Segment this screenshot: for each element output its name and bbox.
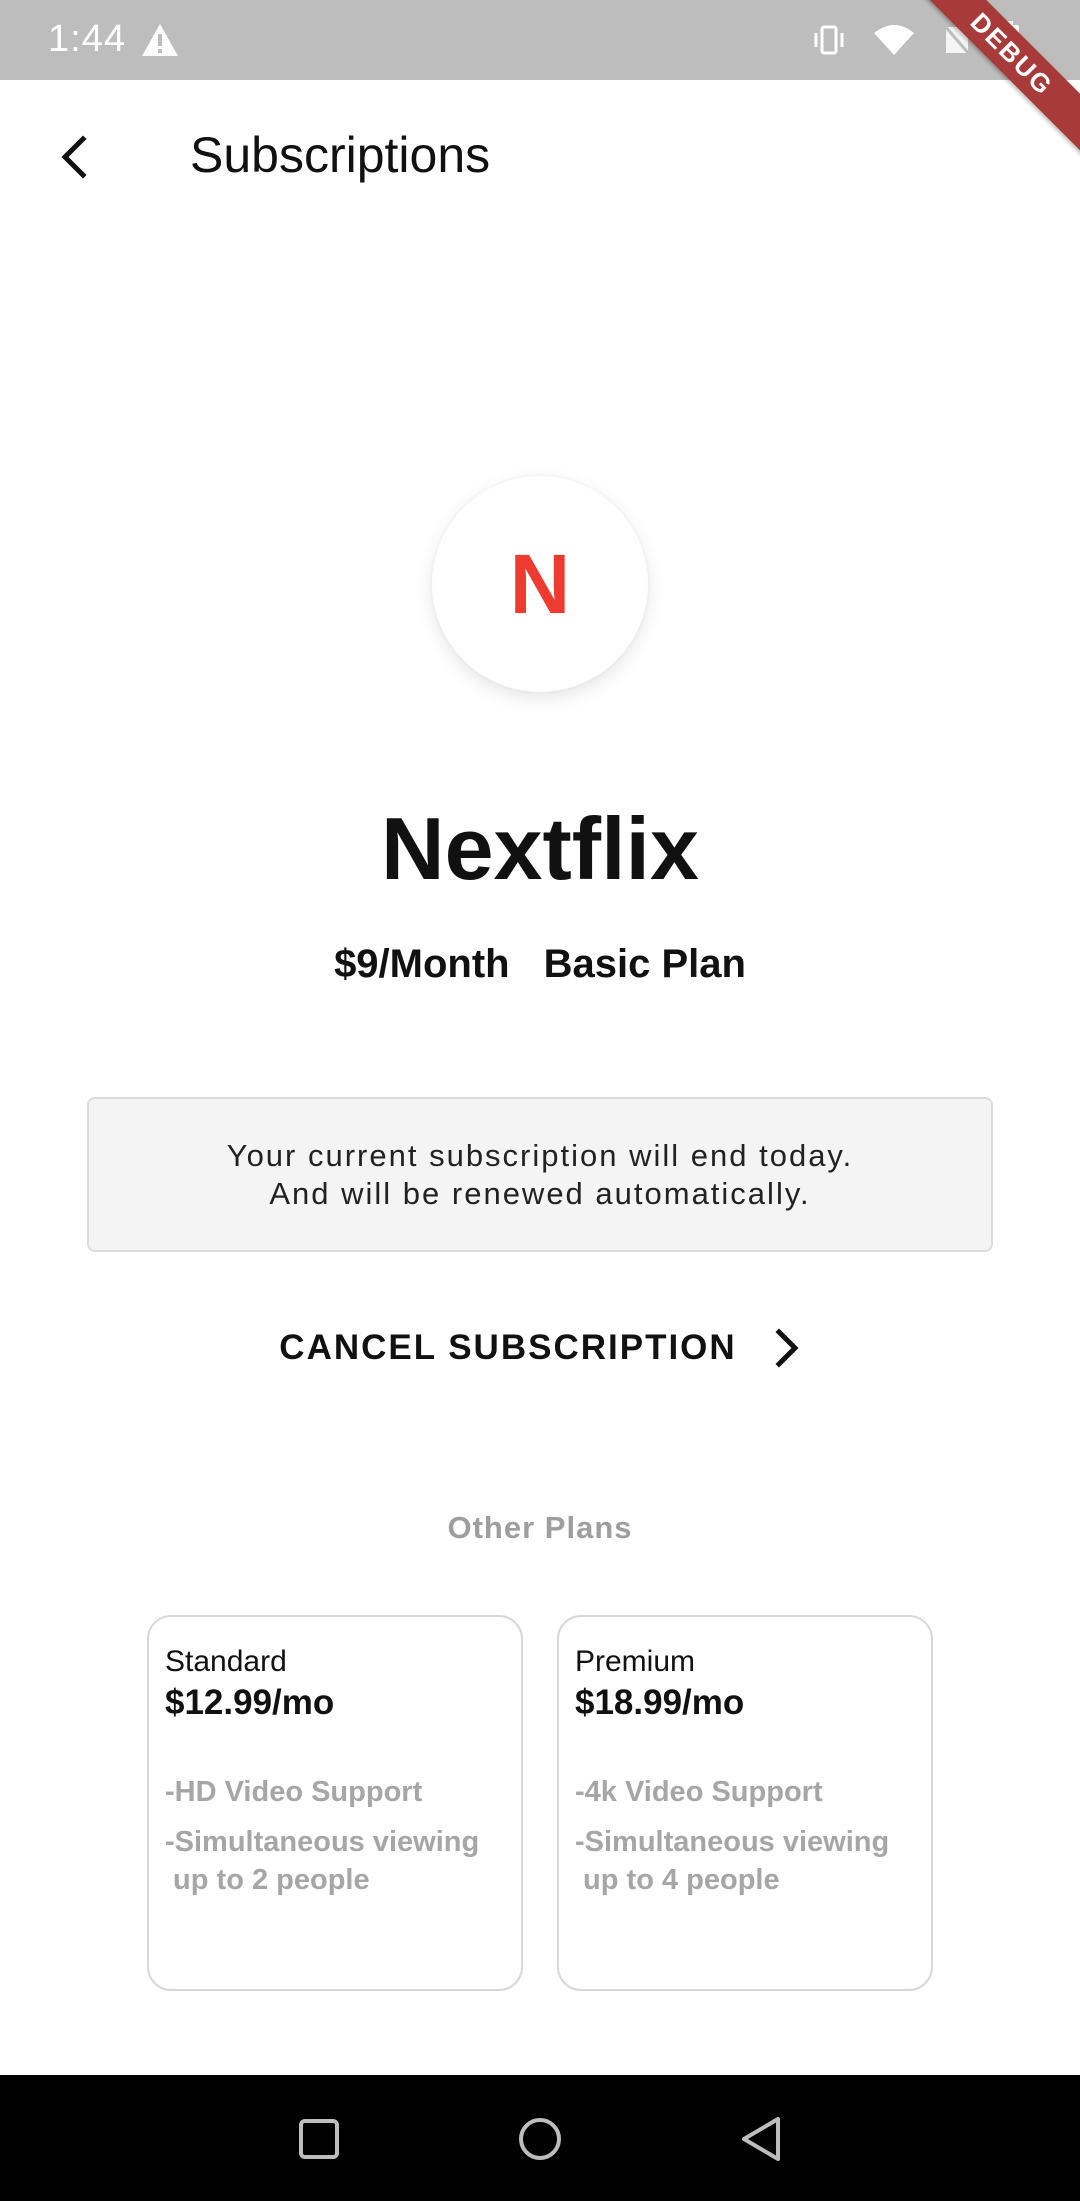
status-bar: 1:44 DEBUG — [0, 0, 1080, 161]
plan-features: -HD Video Support -Simultaneous viewing … — [165, 1773, 521, 1899]
plan-feature: -Simultaneous viewing up to 4 people — [575, 1826, 890, 1896]
status-time: 1:44 — [48, 18, 126, 60]
plan-name: Standard — [165, 1645, 287, 1678]
notice-line-1: Your current subscription will end today… — [226, 1137, 854, 1173]
renewal-notice: Your current subscription will end today… — [87, 1097, 993, 1252]
chevron-left-icon — [61, 135, 87, 179]
plan-card-standard[interactable]: Standard $12.99/mo -HD Video Support -Si… — [147, 1615, 523, 1991]
system-back-button[interactable] — [733, 2111, 789, 2167]
page-title: Subscriptions — [190, 127, 491, 183]
home-button[interactable] — [512, 2111, 568, 2167]
chevron-right-icon — [775, 1328, 799, 1368]
navigation-bar — [0, 2075, 1080, 2201]
notice-line-2: And will be renewed automatically. — [269, 1175, 811, 1211]
logo-letter: N — [509, 536, 571, 631]
current-plan-info: $9/Month Basic Plan — [0, 942, 1080, 987]
plan-feature: -Simultaneous viewing up to 2 people — [165, 1826, 480, 1896]
screen: 1:44 DEBUG Subscriptions N Nextflix $9/M… — [0, 0, 1080, 2201]
plan-feature: -4k Video Support — [575, 1776, 823, 1808]
plan-price: $18.99/mo — [575, 1683, 745, 1722]
current-plan-name: Basic Plan — [543, 942, 746, 986]
back-button[interactable] — [40, 122, 110, 192]
warning-icon — [140, 22, 180, 58]
plan-price: $12.99/mo — [165, 1683, 335, 1722]
circle-icon — [519, 2118, 561, 2160]
other-plans-title: Other Plans — [447, 1510, 633, 1545]
recents-button[interactable] — [291, 2111, 347, 2167]
plan-feature: -HD Video Support — [165, 1776, 423, 1808]
vibrate-icon — [812, 23, 846, 57]
app-logo: N — [432, 476, 648, 692]
plan-name: Premium — [575, 1645, 696, 1678]
subscription-name: Nextflix — [381, 799, 699, 898]
square-icon — [299, 2119, 339, 2159]
plan-features: -4k Video Support -Simultaneous viewing … — [575, 1773, 931, 1899]
wifi-icon — [872, 23, 916, 57]
cancel-subscription-label: CANCEL SUBSCRIPTION — [279, 1328, 737, 1367]
plan-card-premium[interactable]: Premium $18.99/mo -4k Video Support -Sim… — [557, 1615, 933, 1991]
current-price: $9/Month — [334, 942, 510, 986]
cancel-subscription-button[interactable]: CANCEL SUBSCRIPTION — [0, 1316, 1080, 1380]
app-bar: Subscriptions — [0, 80, 1080, 230]
triangle-back-icon — [742, 2117, 780, 2161]
